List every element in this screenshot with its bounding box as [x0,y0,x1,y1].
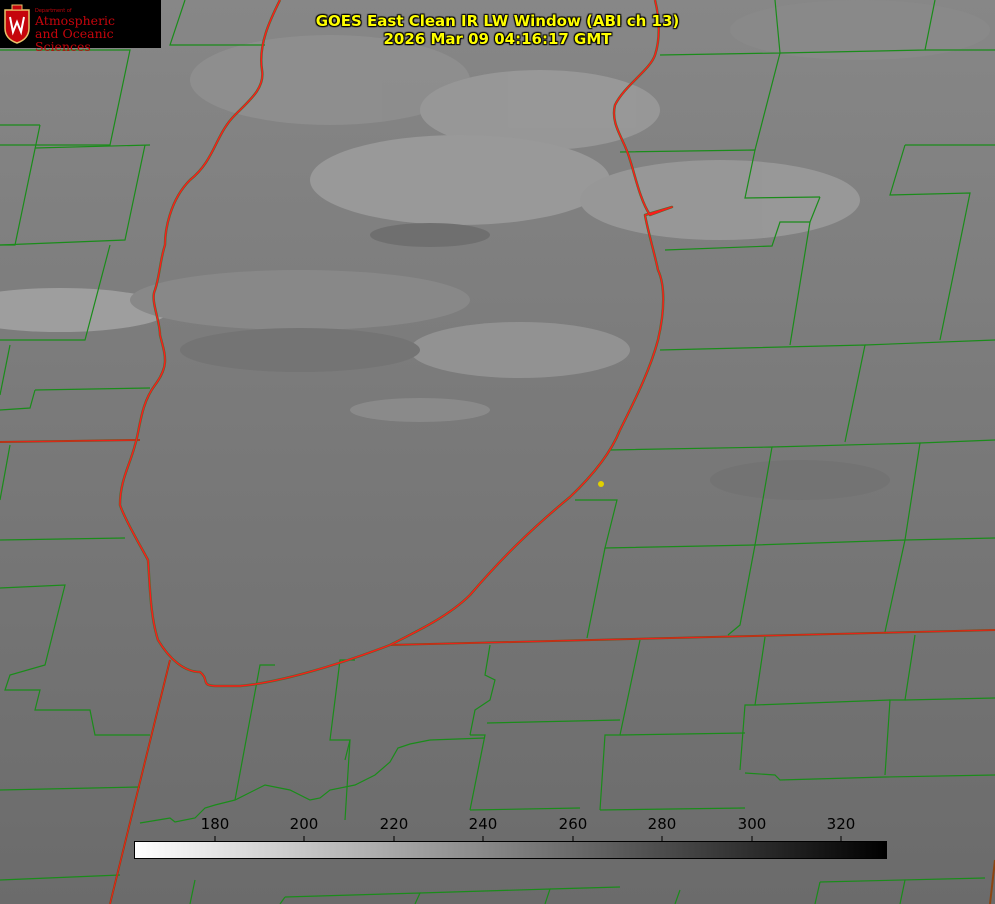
satellite-image-view: Department of Atmospheric and Oceanic Sc… [0,0,995,904]
colorbar-tick-label: 300 [737,815,767,833]
colorbar-tick-label: 260 [558,815,588,833]
map-canvas [0,0,995,904]
image-timestamp: 2026 Mar 09 04:16:17 GMT [383,30,612,48]
temperature-colorbar [134,841,887,859]
colorbar-tick-label: 320 [826,815,856,833]
colorbar-tick-label: 200 [289,815,319,833]
colorbar-tick-label: 220 [379,815,409,833]
colorbar-tick-label: 280 [647,815,677,833]
colorbar-tick-label: 240 [468,815,498,833]
colorbar-tick-label: 180 [200,815,230,833]
image-title: GOES East Clean IR LW Window (ABI ch 13) [315,12,680,30]
station-marker-dot [598,481,604,487]
